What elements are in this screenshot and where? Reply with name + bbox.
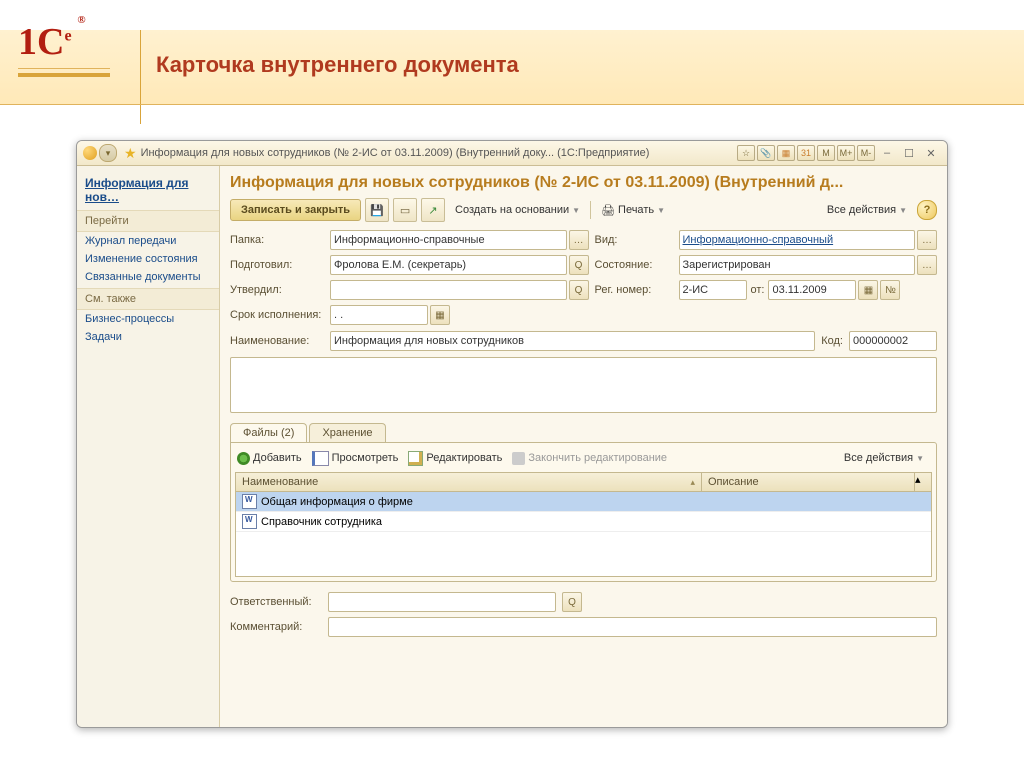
new-button[interactable]: ▭ [393, 198, 417, 222]
number-assign-button[interactable]: № [880, 280, 900, 300]
prepared-lookup-button[interactable]: Q [569, 255, 589, 275]
file-view-button[interactable]: Просмотреть [312, 451, 399, 466]
label-state: Состояние: [595, 259, 673, 271]
sidebar-section-goto: Перейти [77, 210, 219, 232]
logo: 1Сe® [18, 20, 72, 64]
folder-picker-button[interactable]: … [569, 230, 589, 250]
description-textarea[interactable] [230, 357, 937, 413]
sidebar: Информация для нов… Перейти Журнал перед… [77, 166, 220, 728]
tb-calc-button[interactable]: ▦ [777, 145, 795, 161]
file-edit-button[interactable]: Редактировать [408, 451, 502, 466]
divider-vertical [140, 30, 141, 124]
save-button[interactable]: 💾 [365, 198, 389, 222]
approved-field[interactable] [330, 280, 567, 300]
state-picker-button[interactable]: … [917, 255, 937, 275]
file-row[interactable]: Общая информация о фирме [236, 492, 931, 512]
tab-files[interactable]: Файлы (2) [230, 423, 307, 442]
print-button[interactable]: 🖨 Печать▼ [595, 201, 671, 220]
create-based-button[interactable]: Создать на основании▼ [449, 201, 586, 219]
label-kind: Вид: [595, 234, 673, 246]
file-add-button[interactable]: Добавить [237, 452, 302, 465]
label-code: Код: [821, 335, 843, 347]
help-button[interactable]: ? [917, 200, 937, 220]
state-field[interactable]: Зарегистрирован [679, 255, 916, 275]
save-close-button[interactable]: Записать и закрыть [230, 199, 361, 221]
window-title: Информация для новых сотрудников (№ 2-ИС… [141, 147, 737, 159]
kind-field[interactable]: Информационно-справочный [679, 230, 916, 250]
finish-icon [512, 452, 525, 465]
edit-icon [408, 451, 423, 466]
slide-title: Карточка внутреннего документа [156, 52, 519, 78]
name-field[interactable]: Информация для новых сотрудников [330, 331, 815, 351]
date-picker-button[interactable]: ▦ [858, 280, 878, 300]
all-actions-button[interactable]: Все действия▼ [821, 201, 913, 219]
tb-calendar-button[interactable]: 31 [797, 145, 815, 161]
file-row[interactable]: Справочник сотрудника [236, 512, 931, 532]
col-scroll: ▴ [914, 473, 931, 491]
app-icon [83, 146, 97, 160]
form-title: Информация для новых сотрудников (№ 2-ИС… [230, 174, 937, 192]
tab-body: Добавить Просмотреть Редактировать Закон… [230, 442, 937, 582]
label-regnum: Рег. номер: [595, 284, 673, 296]
col-name[interactable]: Наименование▴ [236, 473, 702, 491]
sidebar-link-related-docs[interactable]: Связанные документы [77, 268, 219, 286]
approved-lookup-button[interactable]: Q [569, 280, 589, 300]
date-field[interactable]: 03.11.2009 [768, 280, 856, 300]
nav-back-button[interactable]: ▾ [99, 144, 117, 162]
divider-horizontal [0, 104, 1024, 105]
kind-picker-button[interactable]: … [917, 230, 937, 250]
sidebar-title[interactable]: Информация для нов… [77, 172, 219, 208]
sidebar-link-state-change[interactable]: Изменение состояния [77, 250, 219, 268]
responsible-lookup-button[interactable]: Q [562, 592, 582, 612]
logo-underline [18, 68, 110, 77]
maximize-button[interactable]: ☐ [899, 146, 919, 160]
open-button[interactable]: ↗ [421, 198, 445, 222]
file-table: Наименование▴ Описание ▴ Общая информаци… [235, 472, 932, 577]
deadline-picker-button[interactable]: ▦ [430, 305, 450, 325]
word-icon [242, 514, 257, 529]
form-toolbar: Записать и закрыть 💾 ▭ ↗ Создать на осно… [230, 198, 937, 222]
tb-mplus-button[interactable]: M+ [837, 145, 855, 161]
plus-icon [237, 452, 250, 465]
label-comment: Комментарий: [230, 621, 322, 633]
label-deadline: Срок исполнения: [230, 309, 324, 321]
sidebar-link-journal[interactable]: Журнал передачи [77, 232, 219, 250]
file-finish-button[interactable]: Закончить редактирование [512, 452, 667, 465]
deadline-field[interactable]: . . [330, 305, 428, 325]
favorite-icon[interactable]: ★ [124, 145, 137, 162]
sidebar-section-seealso: См. также [77, 288, 219, 310]
tb-m-button[interactable]: M [817, 145, 835, 161]
sort-icon: ▴ [690, 477, 695, 488]
document-icon [312, 451, 329, 466]
sidebar-link-bp[interactable]: Бизнес-процессы [77, 310, 219, 328]
label-prepared: Подготовил: [230, 259, 324, 271]
tab-storage[interactable]: Хранение [309, 423, 385, 442]
minimize-button[interactable]: – [877, 146, 897, 160]
comment-field[interactable] [328, 617, 937, 637]
label-folder: Папка: [230, 234, 324, 246]
prepared-field[interactable]: Фролова Е.М. (секретарь) [330, 255, 567, 275]
tb-mminus-button[interactable]: M- [857, 145, 875, 161]
window-titlebar: ▾ ★ Информация для новых сотрудников (№ … [77, 141, 947, 166]
main-panel: Информация для новых сотрудников (№ 2-ИС… [220, 166, 947, 728]
label-name: Наименование: [230, 335, 324, 347]
label-from: от: [751, 284, 765, 296]
label-responsible: Ответственный: [230, 596, 322, 608]
close-button[interactable]: ✕ [921, 146, 941, 160]
folder-field[interactable]: Информационно-справочные [330, 230, 567, 250]
sidebar-link-tasks[interactable]: Задачи [77, 328, 219, 346]
col-desc[interactable]: Описание [702, 473, 914, 491]
code-field[interactable]: 000000002 [849, 331, 937, 351]
tb-attach-button[interactable]: 📎 [757, 145, 775, 161]
tb-favorite-button[interactable]: ☆ [737, 145, 755, 161]
app-window: ▾ ★ Информация для новых сотрудников (№ … [76, 140, 948, 728]
regnum-field[interactable]: 2-ИС [679, 280, 747, 300]
responsible-field[interactable] [328, 592, 556, 612]
file-all-actions-button[interactable]: Все действия▼ [838, 449, 930, 467]
label-approved: Утвердил: [230, 284, 324, 296]
word-icon [242, 494, 257, 509]
